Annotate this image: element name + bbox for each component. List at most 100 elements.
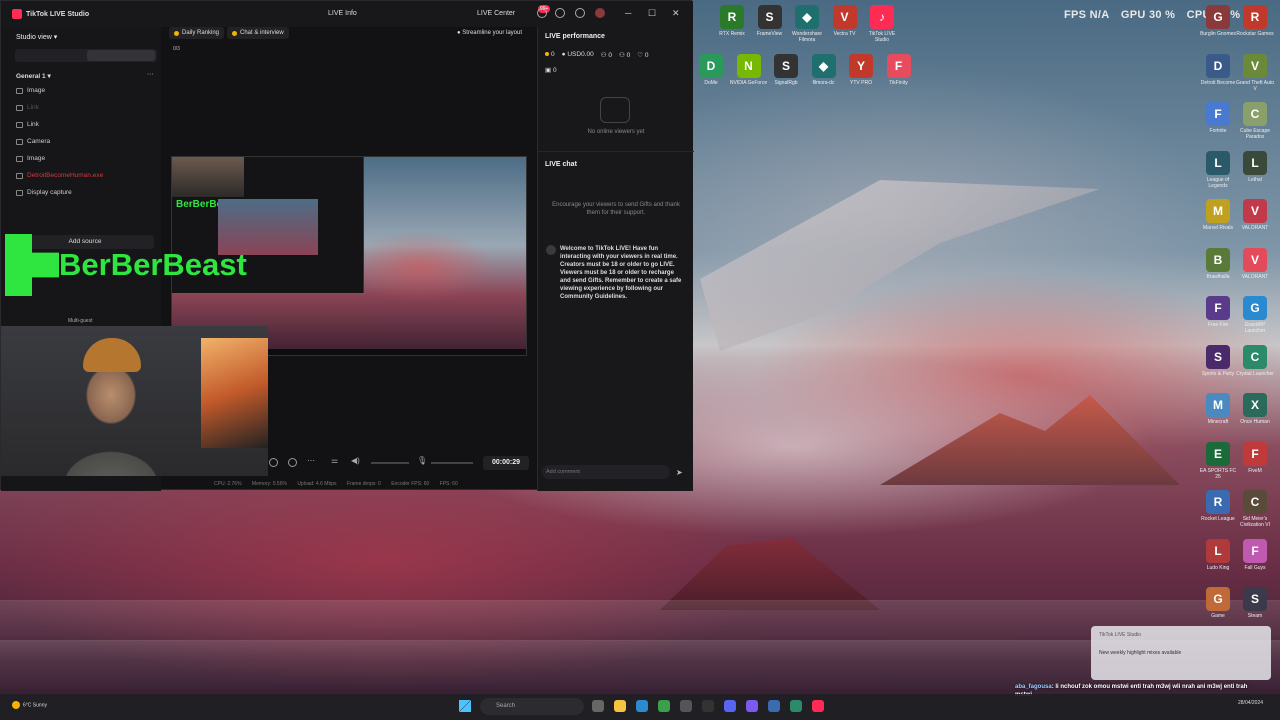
speaker-icon[interactable]: ◀) (351, 456, 360, 465)
viewers-value: 0 (608, 52, 612, 59)
desktop-icon[interactable]: R Rockstar Games (1236, 5, 1274, 37)
volume-slider[interactable] (371, 462, 409, 464)
source-item[interactable]: DetroitBecomeHuman.exe (16, 172, 103, 179)
tiktok-taskbar-icon[interactable] (812, 700, 824, 712)
multi-guest-label[interactable]: Multi-guest (68, 318, 92, 324)
desktop-icon[interactable]: R Rocket League (1199, 490, 1237, 522)
streamline-layout-button[interactable]: ● Streamline your layout (457, 30, 522, 36)
bell-icon[interactable] (537, 8, 547, 18)
desktop-icon[interactable]: V VALORANT (1236, 199, 1274, 231)
desktop-icon[interactable]: S Sports & Party (1199, 344, 1237, 377)
source-item[interactable]: Display capture (16, 189, 72, 196)
desktop-icon[interactable]: G Game (1199, 587, 1237, 619)
desktop-icon[interactable]: F FiveM (1236, 441, 1274, 474)
viewers-stat: ⚇ 0 (600, 52, 612, 59)
microphone-icon[interactable]: 🎙 (417, 456, 427, 465)
scene-group-dropdown[interactable]: General 1 ▾ (16, 72, 51, 80)
more-icon[interactable]: ⋯ (307, 456, 315, 465)
source-item[interactable]: Link (16, 104, 39, 111)
file-explorer-icon[interactable] (614, 700, 626, 712)
close-button[interactable]: ✕ (672, 8, 680, 19)
tab-daily-ranking[interactable]: Daily Ranking (169, 27, 225, 39)
desktop-icon[interactable]: E EA SPORTS FC 25 (1199, 441, 1237, 480)
channel-watermark[interactable]: BerBerBeast (5, 234, 247, 296)
discord-icon[interactable] (724, 700, 736, 712)
desktop-icon[interactable]: M Marvel Rivals (1199, 199, 1237, 231)
desktop-icon[interactable]: F Fall Guys (1236, 538, 1274, 571)
desktop-icon[interactable]: F Fortnite (1199, 102, 1237, 134)
usd-value: USD0.00 (567, 51, 594, 58)
app-icon[interactable] (702, 700, 714, 712)
desktop-icon[interactable]: N NVIDIA GeForce (730, 54, 768, 86)
weather-widget[interactable]: 6°C Sunny (12, 701, 47, 709)
settings-app-icon[interactable] (680, 700, 692, 712)
live-center-button[interactable]: LIVE Center (477, 10, 515, 17)
desktop-icon[interactable]: S FrameView (751, 5, 789, 37)
desktop-icon[interactable]: V Grand Theft Auto V (1236, 53, 1274, 92)
app-icon[interactable] (746, 700, 758, 712)
studio-view-dropdown[interactable]: Studio view ▾ (16, 33, 57, 41)
desktop-icon[interactable]: ♪ TikTok LIVE Studio (863, 5, 901, 43)
capture-icon[interactable] (288, 458, 297, 467)
desktop-icon[interactable]: V Vectra TV (826, 5, 864, 37)
desktop-icon[interactable]: L Ludo King (1199, 538, 1237, 571)
source-item[interactable]: Image (16, 87, 45, 94)
desktop-icon[interactable]: ◆ Wondershare Filmora (788, 5, 826, 43)
desktop-icon[interactable]: G Burglin Gnomes (1199, 5, 1237, 37)
help-icon[interactable] (555, 8, 565, 18)
comment-input[interactable]: Add comment (542, 465, 670, 479)
settings-icon[interactable] (575, 8, 585, 18)
maximize-button[interactable]: ☐ (648, 8, 656, 19)
desktop-icon[interactable]: X Once Human (1236, 393, 1274, 425)
send-icon[interactable]: ➤ (676, 468, 683, 477)
mic-slider[interactable] (431, 462, 473, 464)
more-options-icon[interactable]: ⋯ (147, 70, 154, 78)
desktop-icon[interactable]: ◆ filmora-dc (805, 54, 843, 86)
mixer-icon[interactable]: ⚌ (331, 456, 338, 465)
desktop-icon[interactable]: D DoMe (692, 54, 730, 86)
windows-start-icon[interactable] (459, 700, 471, 712)
notification-toast[interactable]: TikTok LIVE Studio New weekly highlight … (1091, 626, 1271, 680)
desktop-icon[interactable]: G GrandRP Launcher (1236, 296, 1274, 334)
desktop-icon[interactable]: B Brawlhalla (1199, 247, 1237, 280)
source-item[interactable]: Image (16, 155, 45, 162)
desktop-icon[interactable]: R RTX Remix (713, 5, 751, 37)
app-icon: L (1243, 150, 1267, 175)
desktop-icon[interactable]: M Minecraft (1199, 393, 1237, 425)
desktop-icon[interactable]: D Detroit Become (1199, 53, 1237, 86)
edge-icon[interactable] (636, 700, 648, 712)
taskbar-search[interactable]: Search (480, 698, 584, 715)
desktop-icon[interactable]: C Crystal Launcher (1236, 344, 1274, 377)
desktop-icon[interactable]: C Sid Meier's Civilization VI (1236, 490, 1274, 528)
desktop-icon[interactable]: V VALORANT (1236, 247, 1274, 280)
tab-chat-interview[interactable]: Chat & interview (227, 27, 289, 39)
webcam-feed[interactable] (1, 326, 268, 476)
desktop-icon[interactable]: L League of Legends (1199, 150, 1237, 189)
task-view-icon[interactable] (592, 700, 604, 712)
view-mode-active[interactable] (87, 50, 155, 61)
clock[interactable]: 28/04/2024 (1238, 700, 1263, 707)
title-bar: TikTok LIVE Studio LIVE Info LIVE Center… (1, 1, 693, 27)
chrome-icon[interactable] (658, 700, 670, 712)
live-info-button[interactable]: LIVE Info (328, 10, 357, 17)
app-icon[interactable] (790, 700, 802, 712)
desktop-icon[interactable]: F TikFinity (880, 54, 918, 86)
toast-body: New weekly highlight mixes available (1099, 650, 1182, 656)
source-item[interactable]: Link (16, 121, 39, 128)
app-icon: F (1243, 538, 1267, 563)
app-icon[interactable] (768, 700, 780, 712)
streamer-hat (83, 338, 141, 372)
desktop-icon[interactable]: S Steam (1236, 587, 1274, 619)
desktop-icon[interactable]: L Lethal (1236, 150, 1274, 183)
desktop-icon-label: VALORANT (1241, 225, 1269, 231)
source-item[interactable]: Camera (16, 138, 50, 145)
desktop-icon[interactable]: Y YTV PRO (842, 54, 880, 86)
desktop-icon[interactable]: C Cube Escape Paradox (1236, 102, 1274, 140)
desktop-icon[interactable]: F Free Fire (1199, 296, 1237, 328)
desktop-icon[interactable]: S SignalRgb (767, 54, 805, 86)
avatar[interactable] (595, 8, 605, 18)
view-mode-toggle[interactable] (15, 49, 157, 62)
app-icon: C (1243, 490, 1267, 514)
record-icon[interactable] (269, 458, 278, 467)
minimize-button[interactable]: ─ (625, 8, 631, 18)
